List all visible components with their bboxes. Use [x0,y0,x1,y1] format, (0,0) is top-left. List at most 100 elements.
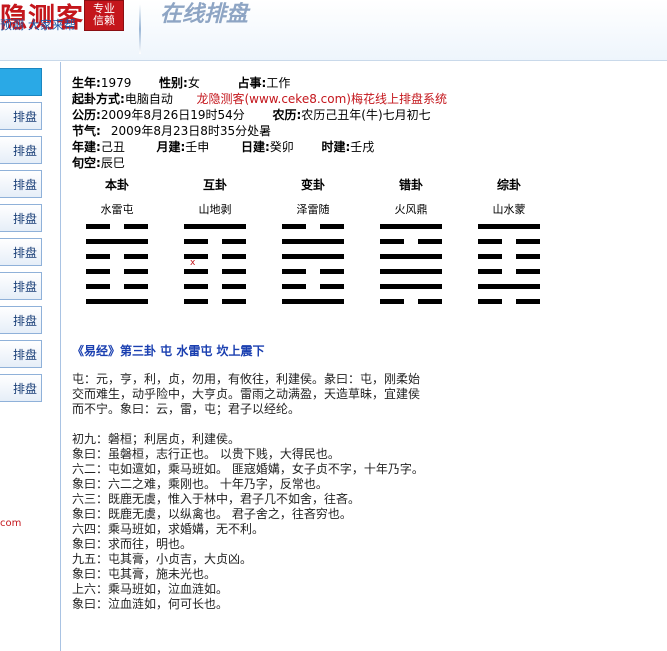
yin-line [478,254,540,259]
line-segment [478,224,540,229]
line-segment [516,254,540,259]
line-segment [184,224,246,229]
line-segment [380,224,442,229]
yang-line [478,284,540,289]
sidebar: 排盘 排盘 排盘 排盘 排盘 排盘 排盘 排盘 排盘 com [0,62,61,651]
sidebar-item[interactable]: 排盘 [0,272,42,300]
sidebar-item[interactable]: 排盘 [0,238,42,266]
yin-line [184,254,246,259]
birth-year-value: 1979 [100,76,132,90]
logo-badge: 专业 信赖 [84,0,124,31]
birth-year-label: 生年: [72,76,101,90]
method-value: 电脑自动 [124,92,173,106]
line-segment [478,269,502,274]
line-segment [222,254,246,259]
jieqi-label: 节气: [72,124,101,138]
sidebar-item[interactable]: 排盘 [0,136,42,164]
line-segment [282,299,344,304]
info-row-void: 旬空:辰巳 [72,156,125,170]
info-row-method: 起卦方式:电脑自动 龙隐测客(www.ceke8.com)梅花线上排盘系统 [72,92,447,106]
gender-value: 女 [187,76,200,90]
line-segment [124,254,148,259]
solar-value: 2009年8月26日19时54分 [100,108,245,122]
line-segment [516,299,540,304]
line-segment [86,299,148,304]
header-divider [139,4,141,54]
judgement-text: 屯：元，亨，利，贞，勿用，有攸往，利建侯。彖曰：屯，刚柔始 交而难生，动乎险中，… [72,372,420,417]
judgement-line: 而不宁。象曰：云，雷，屯；君子以经纶。 [72,402,301,416]
line-segment [184,239,208,244]
yin-line [478,239,540,244]
lunar-label: 农历: [272,108,302,122]
system-link[interactable]: 龙隐测客(www.ceke8.com)梅花线上排盘系统 [196,92,446,106]
info-row-jieqi: 节气: 2009年8月23日8时35分处暑 [72,124,271,138]
sidebar-item[interactable]: 排盘 [0,306,42,334]
gender-label: 性别: [159,76,188,90]
month-value: 壬申 [185,140,210,154]
line-segment [380,269,442,274]
line-segment [282,224,306,229]
yin-line [478,299,540,304]
line-segment [418,299,442,304]
moving-line-marker: x [190,258,196,268]
yao-line: 九五：屯其膏，小贞吉，大贞凶。 [72,552,253,566]
line-segment [86,284,110,289]
yin-line [184,269,246,274]
topic-value: 工作 [266,76,291,90]
yang-line [478,224,540,229]
hexagram-name: 水雷屯 [100,203,134,216]
month-label: 月建: [156,140,186,154]
yin-line [86,224,148,229]
sidebar-item[interactable]: 排盘 [0,374,42,402]
yang-line [380,284,442,289]
hexagram-name: 山地剥 [198,203,232,216]
sidebar-item[interactable]: 排盘 [0,340,42,368]
line-segment [478,239,502,244]
yin-line [184,299,246,304]
yang-line [86,239,148,244]
yang-line [380,224,442,229]
yin-line [184,284,246,289]
day-label: 日建: [240,140,270,154]
line-segment [86,224,110,229]
yao-line: 象曰：泣血涟如，何可长也。 [72,597,229,611]
line-segment [380,284,442,289]
line-segment [478,284,540,289]
yin-line [184,239,246,244]
yin-line [86,284,148,289]
line-segment [282,239,344,244]
sidebar-item[interactable]: 排盘 [0,102,42,130]
yin-line [380,239,442,244]
solar-label: 公历: [72,108,101,122]
gua-title: 《易经》第三卦 屯 水雷屯 坎上震下 [72,344,265,358]
yao-line: 象曰：六二之难，乘刚也。 十年乃字，反常也。 [72,477,328,491]
line-segment [124,224,148,229]
line-segment [184,299,208,304]
lunar-value: 农历己丑年(牛)七月初七 [301,108,431,122]
sidebar-item[interactable]: 排盘 [0,170,42,198]
line-segment [380,239,404,244]
yao-line: 六三：既鹿无虞，惟入于林中，君子几不如舍，往吝。 [72,492,361,506]
hexagram-name: 火风鼎 [394,203,428,216]
sidebar-url[interactable]: com [0,518,21,529]
yao-texts: 初九：磐桓；利居贞，利建侯。 象曰：虽磐桓，志行正也。 以贵下贱，大得民也。 六… [72,432,424,612]
judgement-line: 交而难生，动乎险中，大亨贞。雷雨之动满盈，天造草昧，宜建侯 [72,387,421,401]
year-value: 己丑 [100,140,125,154]
line-segment [282,254,344,259]
line-segment [86,254,110,259]
yin-line [380,299,442,304]
hexagram-name: 泽雷随 [296,203,330,216]
yin-line [86,269,148,274]
jieqi-value: 2009年8月23日8时35分处暑 [110,124,272,138]
yang-line [282,239,344,244]
hexagram-head: 综卦 [496,178,521,192]
sidebar-item[interactable]: 排盘 [0,204,42,232]
line-segment [380,254,442,259]
line-segment [320,269,344,274]
line-segment [222,239,246,244]
yao-line: 象曰：屯其膏，施未光也。 [72,567,217,581]
sidebar-item-active[interactable] [0,68,42,96]
hexagram-name: 山水蒙 [492,203,526,216]
line-segment [184,269,208,274]
logo-slogan: 预测 大家来帮 [0,18,76,32]
